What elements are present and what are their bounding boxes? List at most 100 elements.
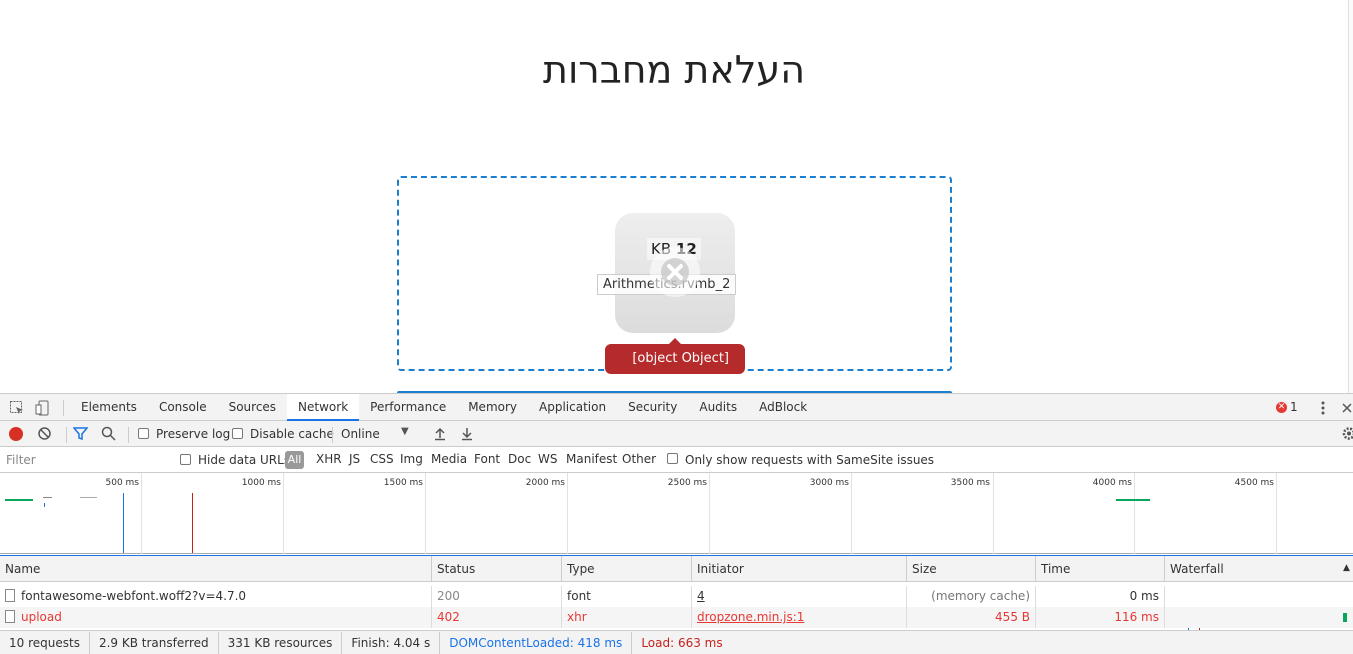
search-icon[interactable] bbox=[101, 426, 116, 444]
devtools-panel: Elements Console Sources Network Perform… bbox=[0, 393, 1353, 654]
overview-request-bar bbox=[80, 497, 97, 498]
error-counter[interactable]: ✕ 1 bbox=[1276, 400, 1298, 414]
summary-resources: 331 KB resources bbox=[219, 632, 343, 654]
filter-type-all[interactable]: All bbox=[285, 451, 304, 469]
more-options-icon[interactable] bbox=[1315, 400, 1331, 416]
tab-security[interactable]: Security bbox=[617, 394, 688, 421]
device-toolbar-icon[interactable] bbox=[35, 400, 51, 416]
error-x-icon bbox=[650, 247, 700, 297]
web-page: העלאת מחברות KB 12 Arithmetics.rvmb_2 [o… bbox=[0, 0, 1353, 393]
filter-type-media[interactable]: Media bbox=[431, 452, 467, 466]
tab-network[interactable]: Network bbox=[287, 394, 360, 421]
filter-type-css[interactable]: CSS bbox=[370, 452, 394, 466]
overview-tick: 3000 ms bbox=[809, 478, 849, 488]
request-name: upload bbox=[21, 610, 62, 624]
request-size: (memory cache) bbox=[907, 586, 1036, 607]
disable-cache-checkbox[interactable] bbox=[232, 428, 243, 439]
overview-tick: 4500 ms bbox=[1234, 478, 1274, 488]
preserve-log-checkbox[interactable] bbox=[138, 428, 149, 439]
overview-request-bar bbox=[5, 499, 33, 501]
network-toolbar: Preserve log Disable cache Online ▼ bbox=[0, 421, 1353, 447]
network-overview[interactable]: 500 ms 1000 ms 1500 ms 2000 ms 2500 ms 3… bbox=[0, 473, 1353, 554]
tab-elements[interactable]: Elements bbox=[70, 394, 148, 421]
overview-gridline bbox=[567, 473, 568, 554]
hide-data-urls-checkbox[interactable] bbox=[180, 454, 191, 465]
throttling-dropdown-icon[interactable]: ▼ bbox=[401, 426, 409, 437]
record-icon[interactable] bbox=[9, 427, 23, 441]
request-initiator-link[interactable]: 4 bbox=[692, 586, 907, 607]
export-har-icon[interactable] bbox=[460, 426, 474, 444]
tab-sources[interactable]: Sources bbox=[218, 394, 287, 421]
request-time: 0 ms bbox=[1036, 586, 1165, 607]
request-name: fontawesome-webfont.woff2?v=4.7.0 bbox=[21, 589, 247, 603]
request-initiator-link[interactable]: dropzone.min.js:1 bbox=[692, 607, 907, 628]
throttling-select[interactable]: Online bbox=[341, 427, 380, 441]
dcl-marker bbox=[123, 493, 124, 553]
request-name-cell: upload bbox=[0, 607, 432, 628]
filter-type-font[interactable]: Font bbox=[474, 452, 500, 466]
overview-gridline bbox=[709, 473, 710, 554]
tab-application[interactable]: Application bbox=[528, 394, 617, 421]
error-count: 1 bbox=[1290, 400, 1298, 414]
overview-tick: 1000 ms bbox=[241, 478, 281, 488]
overview-tick: 4000 ms bbox=[1092, 478, 1132, 488]
table-row[interactable]: upload 402 xhr dropzone.min.js:1 455 B 1… bbox=[0, 607, 1353, 628]
column-waterfall[interactable]: Waterfall bbox=[1165, 556, 1353, 583]
overview-gridline bbox=[1134, 473, 1135, 554]
overview-gridline bbox=[283, 473, 284, 554]
overview-gridline bbox=[141, 473, 142, 554]
table-row[interactable]: fontawesome-webfont.woff2?v=4.7.0 200 fo… bbox=[0, 586, 1353, 607]
summary-transferred: 2.9 KB transferred bbox=[90, 632, 219, 654]
overview-gridline bbox=[425, 473, 426, 554]
filter-input[interactable]: Filter bbox=[2, 450, 167, 470]
overview-tick: 3500 ms bbox=[950, 478, 990, 488]
filter-type-manifest[interactable]: Manifest bbox=[566, 452, 617, 466]
filter-type-ws[interactable]: WS bbox=[538, 452, 557, 466]
overview-request-bar bbox=[44, 503, 45, 507]
tab-memory[interactable]: Memory bbox=[457, 394, 528, 421]
close-devtools-icon[interactable] bbox=[1340, 400, 1353, 416]
filter-bar: Filter Hide data URLs All XHR JS CSS Img… bbox=[0, 447, 1353, 473]
filter-type-other[interactable]: Other bbox=[622, 452, 656, 466]
import-har-icon[interactable] bbox=[433, 426, 447, 444]
tab-adblock[interactable]: AdBlock bbox=[748, 394, 818, 421]
page-title: העלאת מחברות bbox=[542, 48, 806, 92]
overview-gridline bbox=[993, 473, 994, 554]
column-time[interactable]: Time bbox=[1036, 556, 1165, 583]
hide-data-urls-label: Hide data URLs bbox=[198, 453, 291, 467]
summary-load: Load: 663 ms bbox=[641, 636, 723, 650]
page-scrollbar[interactable] bbox=[1348, 0, 1353, 393]
overview-tick: 2500 ms bbox=[667, 478, 707, 488]
requests-table-body: fontawesome-webfont.woff2?v=4.7.0 200 fo… bbox=[0, 582, 1353, 630]
filter-type-doc[interactable]: Doc bbox=[508, 452, 531, 466]
column-name[interactable]: Name bbox=[0, 556, 432, 583]
column-size[interactable]: Size bbox=[907, 556, 1036, 583]
upload-error-message: [object Object] bbox=[605, 338, 745, 374]
samesite-label: Only show requests with SameSite issues bbox=[685, 453, 935, 467]
filter-type-js[interactable]: JS bbox=[349, 452, 360, 466]
tab-console[interactable]: Console bbox=[148, 394, 218, 421]
request-size: 455 B bbox=[907, 607, 1036, 628]
sort-ascending-icon[interactable]: ▲ bbox=[1343, 563, 1350, 573]
devtools-tabs: Elements Console Sources Network Perform… bbox=[70, 394, 818, 421]
tab-audits[interactable]: Audits bbox=[688, 394, 748, 421]
filter-type-img[interactable]: Img bbox=[400, 452, 423, 466]
column-status[interactable]: Status bbox=[432, 556, 562, 583]
tabbar-separator bbox=[63, 400, 64, 416]
toolbar-separator bbox=[66, 427, 67, 443]
overview-tick: 1500 ms bbox=[383, 478, 423, 488]
filter-type-xhr[interactable]: XHR bbox=[316, 452, 342, 466]
clear-icon[interactable] bbox=[37, 426, 52, 444]
samesite-checkbox[interactable] bbox=[667, 453, 678, 464]
overview-tick: 2000 ms bbox=[525, 478, 565, 488]
column-type[interactable]: Type bbox=[562, 556, 692, 583]
overview-request-bar bbox=[1116, 499, 1150, 501]
overview-request-bar bbox=[43, 497, 52, 498]
inspect-element-icon[interactable] bbox=[9, 400, 25, 416]
preserve-log-label: Preserve log bbox=[156, 427, 231, 441]
settings-gear-icon[interactable] bbox=[1340, 426, 1353, 444]
filter-icon[interactable] bbox=[72, 426, 89, 444]
column-initiator[interactable]: Initiator bbox=[692, 556, 907, 583]
tab-performance[interactable]: Performance bbox=[359, 394, 457, 421]
overview-gridline bbox=[851, 473, 852, 554]
